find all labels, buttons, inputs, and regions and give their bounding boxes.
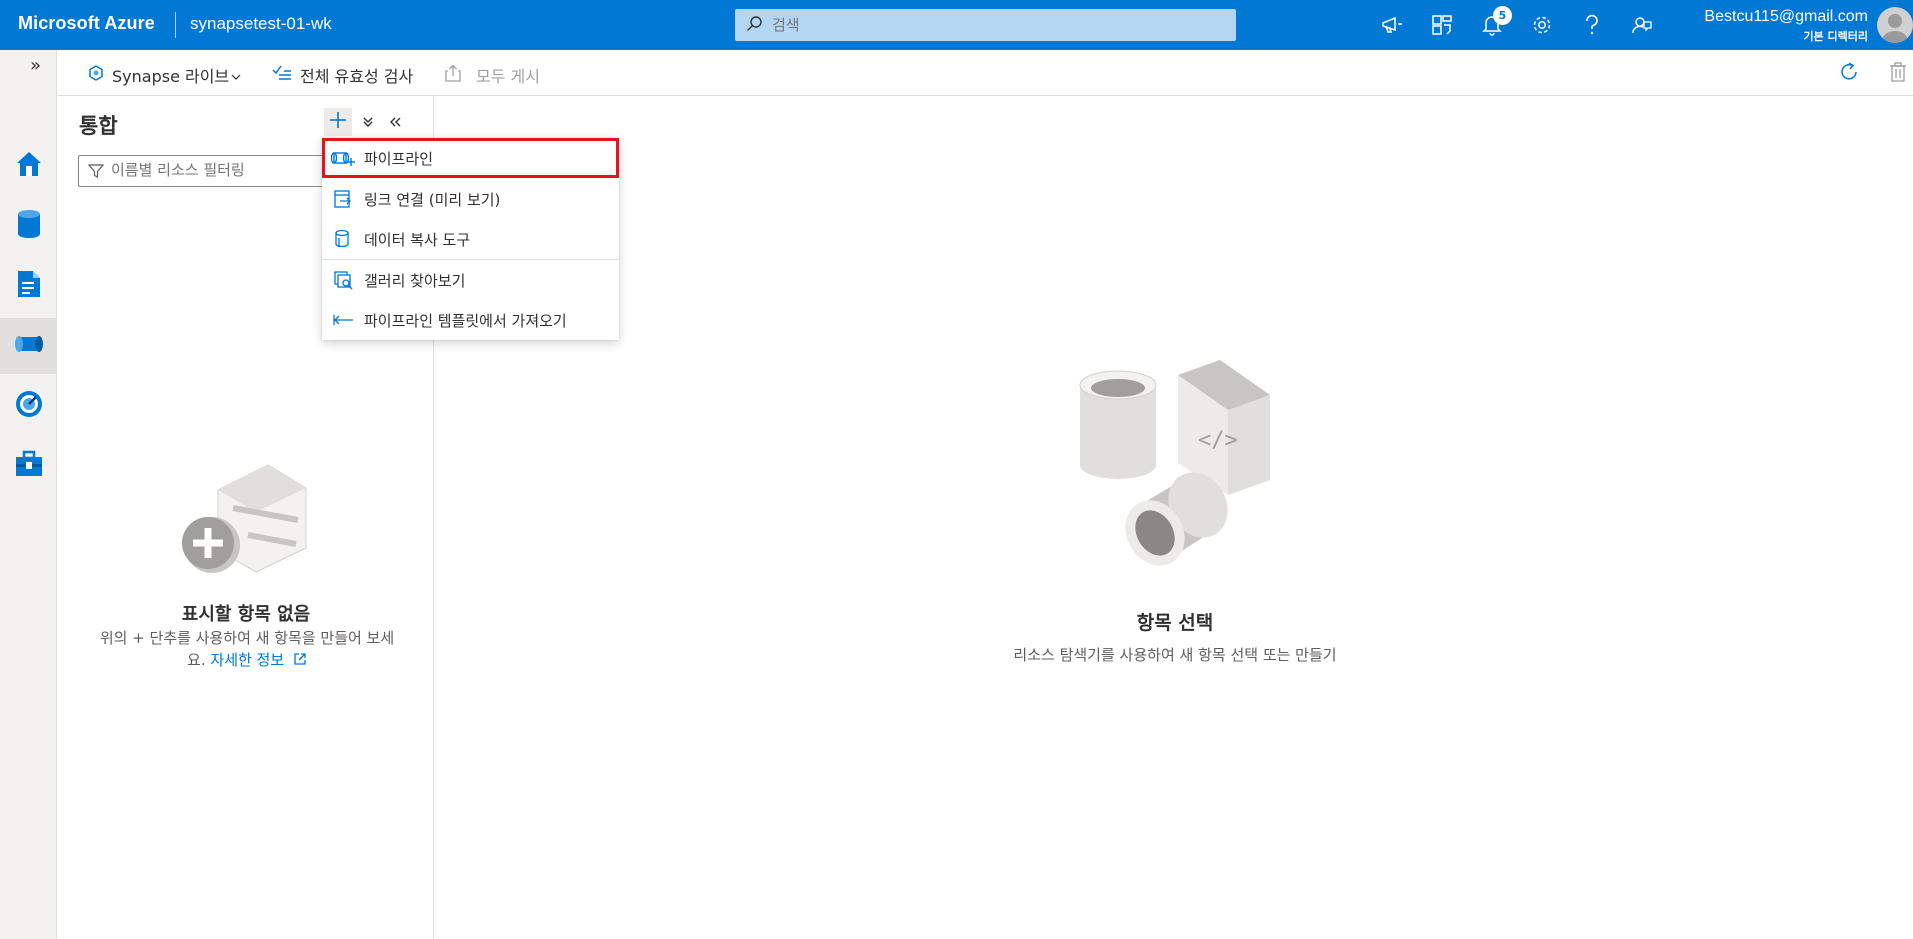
live-mode-dropdown[interactable]: Synapse 라이브	[88, 63, 241, 87]
develop-icon	[16, 269, 42, 303]
publish-all-button[interactable]: 모두 게시	[444, 63, 540, 87]
brand-divider	[175, 12, 176, 38]
gear-icon[interactable]	[1527, 10, 1557, 40]
help-icon[interactable]	[1577, 10, 1607, 40]
menu-item-browse-gallery[interactable]: 갤러리 찾아보기	[322, 260, 619, 300]
double-chevron-left-icon	[388, 113, 402, 132]
refresh-icon[interactable]	[1838, 61, 1860, 87]
validate-all-button[interactable]: 전체 유효성 검사	[272, 63, 413, 87]
nav-monitor[interactable]	[0, 378, 57, 434]
live-mode-label: Synapse 라이브	[112, 67, 230, 86]
menu-item-label: 파이프라인 템플릿에서 가져오기	[364, 311, 567, 330]
empty-state-title: 표시할 항목 없음	[181, 604, 311, 625]
link-connection-icon	[330, 189, 356, 209]
global-search[interactable]	[735, 9, 1236, 41]
nav-data[interactable]	[0, 198, 57, 254]
menu-item-import-template[interactable]: 파이프라인 템플릿에서 가져오기	[322, 300, 619, 340]
chevron-down-icon	[231, 66, 241, 85]
copy-data-icon	[330, 229, 356, 249]
brand-title[interactable]: Microsoft Azure	[18, 13, 155, 34]
avatar[interactable]	[1877, 7, 1913, 43]
feedback-icon[interactable]	[1627, 10, 1657, 40]
nav-integrate[interactable]	[0, 318, 57, 374]
publish-all-label: 모두 게시	[476, 67, 540, 86]
plus-icon	[329, 111, 347, 133]
manage-icon	[14, 450, 44, 482]
user-directory: 기본 디렉터리	[1803, 30, 1868, 43]
notification-badge: 5	[1493, 6, 1512, 25]
menu-item-label: 링크 연결 (미리 보기)	[364, 190, 501, 209]
search-icon	[746, 15, 764, 37]
filter-box[interactable]	[78, 155, 338, 187]
external-link-icon	[289, 651, 307, 669]
publish-icon	[444, 64, 462, 86]
gallery-icon	[330, 270, 356, 290]
menu-item-copy-data-tool[interactable]: 데이터 복사 도구	[322, 219, 619, 259]
toolbar: Synapse 라이브 전체 유효성 검사 모두 게시	[58, 50, 1913, 96]
learn-more-label: 자세한 정보	[210, 651, 285, 669]
portal-switch-icon[interactable]	[1427, 10, 1457, 40]
menu-item-label: 파이프라인	[364, 149, 434, 168]
panel-title: 통합	[79, 114, 118, 138]
filter-input[interactable]	[111, 161, 331, 179]
double-chevron-down-icon	[362, 113, 374, 132]
filter-icon	[87, 163, 105, 183]
megaphone-icon[interactable]	[1377, 10, 1407, 40]
validate-icon	[272, 64, 292, 86]
synapse-icon	[88, 65, 104, 85]
expand-nav-icon[interactable]: »	[30, 55, 41, 76]
expand-all-button[interactable]	[354, 108, 382, 136]
integrate-icon	[13, 331, 45, 361]
select-item-subtitle: 리소스 탐색기를 사용하여 새 항목 선택 또는 만들기	[1013, 646, 1337, 664]
pipeline-icon	[330, 149, 356, 167]
collapse-panel-button[interactable]	[381, 108, 409, 136]
discard-icon[interactable]	[1888, 61, 1908, 87]
nav-develop[interactable]	[0, 258, 57, 314]
data-icon	[16, 209, 42, 243]
nav-manage[interactable]	[0, 438, 57, 494]
nav-home[interactable]	[0, 138, 57, 194]
svg-text:</>: </>	[1198, 428, 1238, 453]
new-resource-menu: 파이프라인 링크 연결 (미리 보기) 데이터 복사 도구 갤러리 찾아보기 파…	[322, 138, 619, 340]
top-bar: Microsoft Azure synapsetest-01-wk 5 Best…	[0, 0, 1913, 50]
workspace-name[interactable]: synapsetest-01-wk	[190, 14, 332, 34]
menu-item-link-connection[interactable]: 링크 연결 (미리 보기)	[322, 179, 619, 219]
import-template-icon	[330, 314, 356, 326]
user-email[interactable]: Bestcu115@gmail.com	[1704, 8, 1868, 26]
empty-state-illustration	[178, 460, 318, 589]
select-item-title: 항목 선택	[1136, 612, 1214, 634]
menu-item-label: 데이터 복사 도구	[364, 230, 471, 249]
add-resource-button[interactable]	[324, 108, 352, 136]
menu-item-label: 갤러리 찾아보기	[364, 271, 466, 290]
menu-item-pipeline[interactable]: 파이프라인	[322, 138, 619, 178]
empty-state-text: 위의 + 단추를 사용하여 새 항목을 만들어 보세요. 자세한 정보	[92, 627, 402, 671]
left-nav: »	[0, 50, 57, 939]
learn-more-link[interactable]: 자세한 정보	[210, 651, 307, 669]
home-icon	[14, 149, 44, 183]
search-input[interactable]	[772, 13, 1222, 37]
validate-all-label: 전체 유효성 검사	[300, 67, 414, 86]
select-item-illustration: </>	[1070, 355, 1280, 599]
monitor-icon	[14, 389, 44, 423]
